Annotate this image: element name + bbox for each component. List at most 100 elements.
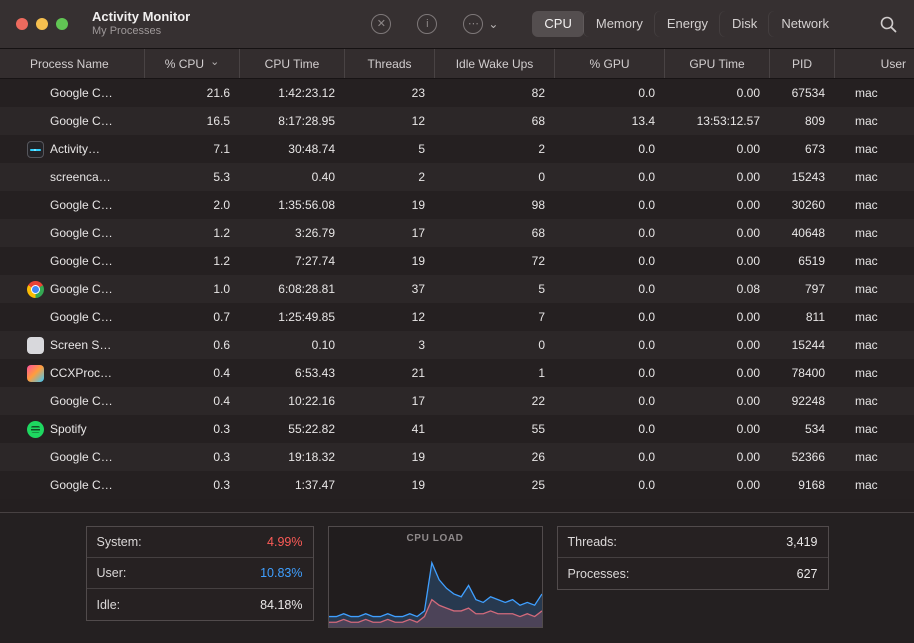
cell-cpu-time: 1:25:49.85	[240, 310, 345, 324]
cell-cpu-time: 19:18.32	[240, 450, 345, 464]
cell-process-name: Google C…	[0, 281, 145, 298]
cell-gpu-time: 0.00	[665, 478, 770, 492]
cell-process-name: Google C…	[0, 225, 145, 242]
cell-user: mac	[835, 310, 914, 324]
column-header-gpu[interactable]: % GPU	[555, 49, 665, 78]
process-name-label: Google C…	[50, 86, 113, 100]
cell-pid: 9168	[770, 478, 835, 492]
cell-process-name: screenca…	[0, 169, 145, 186]
cell-gpu-time: 0.00	[665, 394, 770, 408]
column-header-user[interactable]: User	[835, 49, 914, 78]
stat-label: System:	[97, 535, 142, 549]
stat-label: User:	[97, 566, 127, 580]
process-name-label: screenca…	[50, 170, 111, 184]
cell-cpu-time: 0.10	[240, 338, 345, 352]
column-header-idle-wake-ups[interactable]: Idle Wake Ups	[435, 49, 555, 78]
cell-pid: 40648	[770, 226, 835, 240]
cell-user: mac	[835, 86, 914, 100]
stat-idle: Idle:84.18%	[87, 589, 313, 620]
zoom-button[interactable]	[56, 18, 68, 30]
app-icon-placeholder	[27, 197, 44, 214]
tab-cpu[interactable]: CPU	[532, 11, 583, 37]
cell-idle-wake-ups: 2	[435, 142, 555, 156]
cell-user: mac	[835, 254, 914, 268]
chrome-icon	[27, 281, 44, 298]
table-row[interactable]: Google C…16.58:17:28.95126813.413:53:12.…	[0, 107, 914, 135]
quit-process-button[interactable]: ✕	[371, 14, 391, 34]
table-row[interactable]: CCXProc…0.46:53.432110.00.0078400mac	[0, 359, 914, 387]
cell-gpu: 0.0	[555, 170, 665, 184]
table-row[interactable]: Google C…1.06:08:28.813750.00.08797mac	[0, 275, 914, 303]
app-icon-placeholder	[27, 309, 44, 326]
table-row[interactable]: Activity…7.130:48.74520.00.00673mac	[0, 135, 914, 163]
cell-idle-wake-ups: 25	[435, 478, 555, 492]
table-row[interactable]: Google C…0.410:22.1617220.00.0092248mac	[0, 387, 914, 415]
cell-pid: 67534	[770, 86, 835, 100]
cell-pid: 78400	[770, 366, 835, 380]
inspect-button[interactable]: i	[417, 14, 437, 34]
column-header-process-name[interactable]: Process Name	[0, 49, 145, 78]
cell-idle-wake-ups: 68	[435, 114, 555, 128]
cell-idle-wake-ups: 5	[435, 282, 555, 296]
app-icon-placeholder	[27, 85, 44, 102]
more-options-icon: ⋯	[463, 14, 483, 34]
app-icon-placeholder	[27, 169, 44, 186]
cell-cpu-time: 1:42:23.12	[240, 86, 345, 100]
process-name-label: Google C…	[50, 114, 113, 128]
tab-disk[interactable]: Disk	[720, 11, 769, 37]
cell-gpu: 0.0	[555, 282, 665, 296]
more-options-button[interactable]: ⋯⌄	[463, 14, 498, 34]
tab-memory[interactable]: Memory	[584, 11, 655, 37]
sort-descending-icon: ⌄	[210, 57, 219, 68]
tab-energy[interactable]: Energy	[655, 11, 720, 37]
cell-cpu-time: 1:35:56.08	[240, 198, 345, 212]
cell-gpu: 0.0	[555, 422, 665, 436]
cell-gpu-time: 0.00	[665, 422, 770, 436]
table-row[interactable]: Google C…0.31:37.4719250.00.009168mac	[0, 471, 914, 499]
table-row[interactable]: Screen S…0.60.10300.00.0015244mac	[0, 331, 914, 359]
close-button[interactable]	[16, 18, 28, 30]
cell-gpu-time: 0.00	[665, 170, 770, 184]
activity-monitor-icon	[27, 141, 44, 158]
table-row[interactable]: Google C…0.71:25:49.851270.00.00811mac	[0, 303, 914, 331]
cell-threads: 5	[345, 142, 435, 156]
cpu-usage-stats-box: System:4.99%User:10.83%Idle:84.18%	[86, 526, 314, 621]
cell-cpu: 1.2	[145, 254, 240, 268]
cell-pid: 534	[770, 422, 835, 436]
table-row[interactable]: Google C…21.61:42:23.1223820.00.0067534m…	[0, 79, 914, 107]
tab-network[interactable]: Network	[769, 11, 841, 37]
cell-idle-wake-ups: 72	[435, 254, 555, 268]
process-name-label: Google C…	[50, 394, 113, 408]
cell-pid: 15244	[770, 338, 835, 352]
table-row[interactable]: Google C…1.23:26.7917680.00.0040648mac	[0, 219, 914, 247]
cell-cpu-time: 7:27.74	[240, 254, 345, 268]
process-table: Google C…21.61:42:23.1223820.00.0067534m…	[0, 79, 914, 512]
cell-threads: 41	[345, 422, 435, 436]
search-button[interactable]	[879, 15, 898, 34]
table-row[interactable]: Google C…0.319:18.3219260.00.0052366mac	[0, 443, 914, 471]
cell-idle-wake-ups: 7	[435, 310, 555, 324]
column-header-cpu[interactable]: % CPU⌄	[145, 49, 240, 78]
column-header-cpu-time[interactable]: CPU Time	[240, 49, 345, 78]
table-row[interactable]: Google C…1.27:27.7419720.00.006519mac	[0, 247, 914, 275]
cell-pid: 809	[770, 114, 835, 128]
inspect-icon: i	[417, 14, 437, 34]
minimize-button[interactable]	[36, 18, 48, 30]
cell-idle-wake-ups: 55	[435, 422, 555, 436]
column-header-pid[interactable]: PID	[770, 49, 835, 78]
window-controls	[16, 18, 68, 30]
cell-cpu-time: 6:53.43	[240, 366, 345, 380]
process-name-label: Screen S…	[50, 338, 111, 352]
table-row[interactable]: Spotify0.355:22.8241550.00.00534mac	[0, 415, 914, 443]
titlebar: Activity Monitor My Processes ✕i⋯⌄ CPUMe…	[0, 0, 914, 49]
table-row[interactable]: screenca…5.30.40200.00.0015243mac	[0, 163, 914, 191]
cell-gpu: 0.0	[555, 198, 665, 212]
app-icon-placeholder	[27, 225, 44, 242]
table-row[interactable]: Google C…2.01:35:56.0819980.00.0030260ma…	[0, 191, 914, 219]
cell-idle-wake-ups: 22	[435, 394, 555, 408]
stat-value: 84.18%	[260, 598, 302, 612]
stat-processes: Processes:627	[558, 558, 828, 589]
cell-process-name: Google C…	[0, 477, 145, 494]
column-header-gpu-time[interactable]: GPU Time	[665, 49, 770, 78]
column-header-threads[interactable]: Threads	[345, 49, 435, 78]
